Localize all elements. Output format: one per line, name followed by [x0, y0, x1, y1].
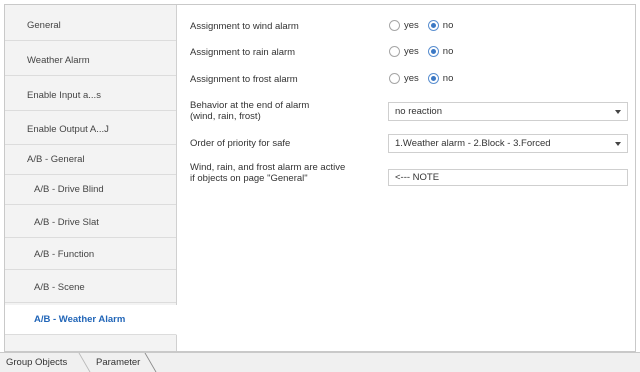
wind-alarm-yes-radio[interactable] [389, 20, 400, 31]
sidebar-item-ab-drive-blind[interactable]: A/B - Drive Blind [5, 175, 176, 205]
priority-select-value: 1.Weather alarm - 2.Block - 3.Forced [395, 138, 551, 149]
frost-alarm-no-radio[interactable] [427, 73, 439, 84]
note-label: Wind, rain, and frost alarm are active i… [190, 162, 345, 184]
frost-alarm-radio-group: yes no [389, 73, 462, 84]
wind-alarm-no-label: no [442, 20, 454, 31]
rain-alarm-yes-label: yes [404, 46, 419, 57]
sidebar-item-label: Enable Input a...s [27, 90, 101, 101]
tab-parameter[interactable]: Parameter [96, 353, 140, 372]
behavior-select[interactable]: no reaction [388, 102, 628, 121]
sidebar-item-ab-general[interactable]: A/B - General [5, 145, 176, 175]
sidebar-item-label: A/B - General [27, 154, 85, 165]
note-field[interactable]: <--- NOTE [388, 169, 628, 186]
sidebar-item-label: A/B - Drive Slat [34, 217, 99, 228]
note-label-line1: Wind, rain, and frost alarm are active [190, 162, 346, 173]
behavior-label-line1: Behavior at the end of alarm [190, 100, 310, 111]
rain-alarm-no-label: no [442, 46, 454, 57]
sidebar-item-enable-input[interactable]: Enable Input a...s [5, 81, 176, 111]
sidebar: General Weather Alarm Enable Input a...s… [5, 5, 177, 351]
sidebar-item-weather-alarm[interactable]: Weather Alarm [5, 46, 176, 76]
sidebar-item-label: A/B - Drive Blind [34, 184, 104, 195]
wind-alarm-no-radio[interactable] [427, 20, 439, 31]
sidebar-item-label: A/B - Scene [34, 282, 85, 293]
chevron-down-icon [615, 142, 621, 146]
sidebar-item-label: A/B - Function [34, 249, 95, 260]
priority-select[interactable]: 1.Weather alarm - 2.Block - 3.Forced [388, 134, 628, 153]
frost-alarm-no-label: no [442, 73, 454, 84]
note-field-value: <--- NOTE [395, 172, 440, 183]
sidebar-item-enable-output[interactable]: Enable Output A...J [5, 115, 176, 145]
sidebar-item-label: General [27, 20, 61, 31]
wind-alarm-label: Assignment to wind alarm [190, 21, 299, 32]
sidebar-item-general[interactable]: General [5, 11, 176, 41]
priority-label: Order of priority for safe [190, 138, 291, 149]
sidebar-item-ab-scene[interactable]: A/B - Scene [5, 273, 176, 303]
behavior-label: Behavior at the end of alarm (wind, rain… [190, 100, 309, 122]
rain-alarm-no-radio[interactable] [427, 46, 439, 57]
tab-label: Group Objects [6, 357, 68, 368]
sidebar-item-ab-drive-slat[interactable]: A/B - Drive Slat [5, 208, 176, 238]
behavior-select-value: no reaction [395, 106, 443, 117]
chevron-down-icon [615, 110, 621, 114]
tab-divider [78, 353, 91, 372]
frost-alarm-yes-radio[interactable] [389, 73, 400, 84]
tab-label: Parameter [96, 357, 141, 368]
wind-alarm-yes-label: yes [404, 20, 419, 31]
wind-alarm-radio-group: yes no [389, 20, 462, 31]
parameter-window: General Weather Alarm Enable Input a...s… [4, 4, 636, 352]
bottom-tab-bar: Group Objects Parameter [0, 352, 640, 372]
note-label-line2: if objects on page "General" [190, 173, 308, 184]
sidebar-item-label: Weather Alarm [27, 55, 90, 66]
frost-alarm-label: Assignment to frost alarm [190, 74, 298, 85]
sidebar-item-label: A/B - Weather Alarm [34, 314, 126, 325]
sidebar-item-ab-function[interactable]: A/B - Function [5, 240, 176, 270]
sidebar-item-label: Enable Output A...J [27, 124, 109, 135]
behavior-label-line2: (wind, rain, frost) [190, 111, 261, 122]
tab-group-objects[interactable]: Group Objects [6, 353, 67, 372]
rain-alarm-label: Assignment to rain alarm [190, 47, 296, 58]
sidebar-item-ab-weather-alarm[interactable]: A/B - Weather Alarm [5, 305, 177, 335]
rain-alarm-radio-group: yes no [389, 46, 462, 57]
frost-alarm-yes-label: yes [404, 73, 419, 84]
tab-divider [144, 353, 157, 372]
rain-alarm-yes-radio[interactable] [389, 46, 400, 57]
